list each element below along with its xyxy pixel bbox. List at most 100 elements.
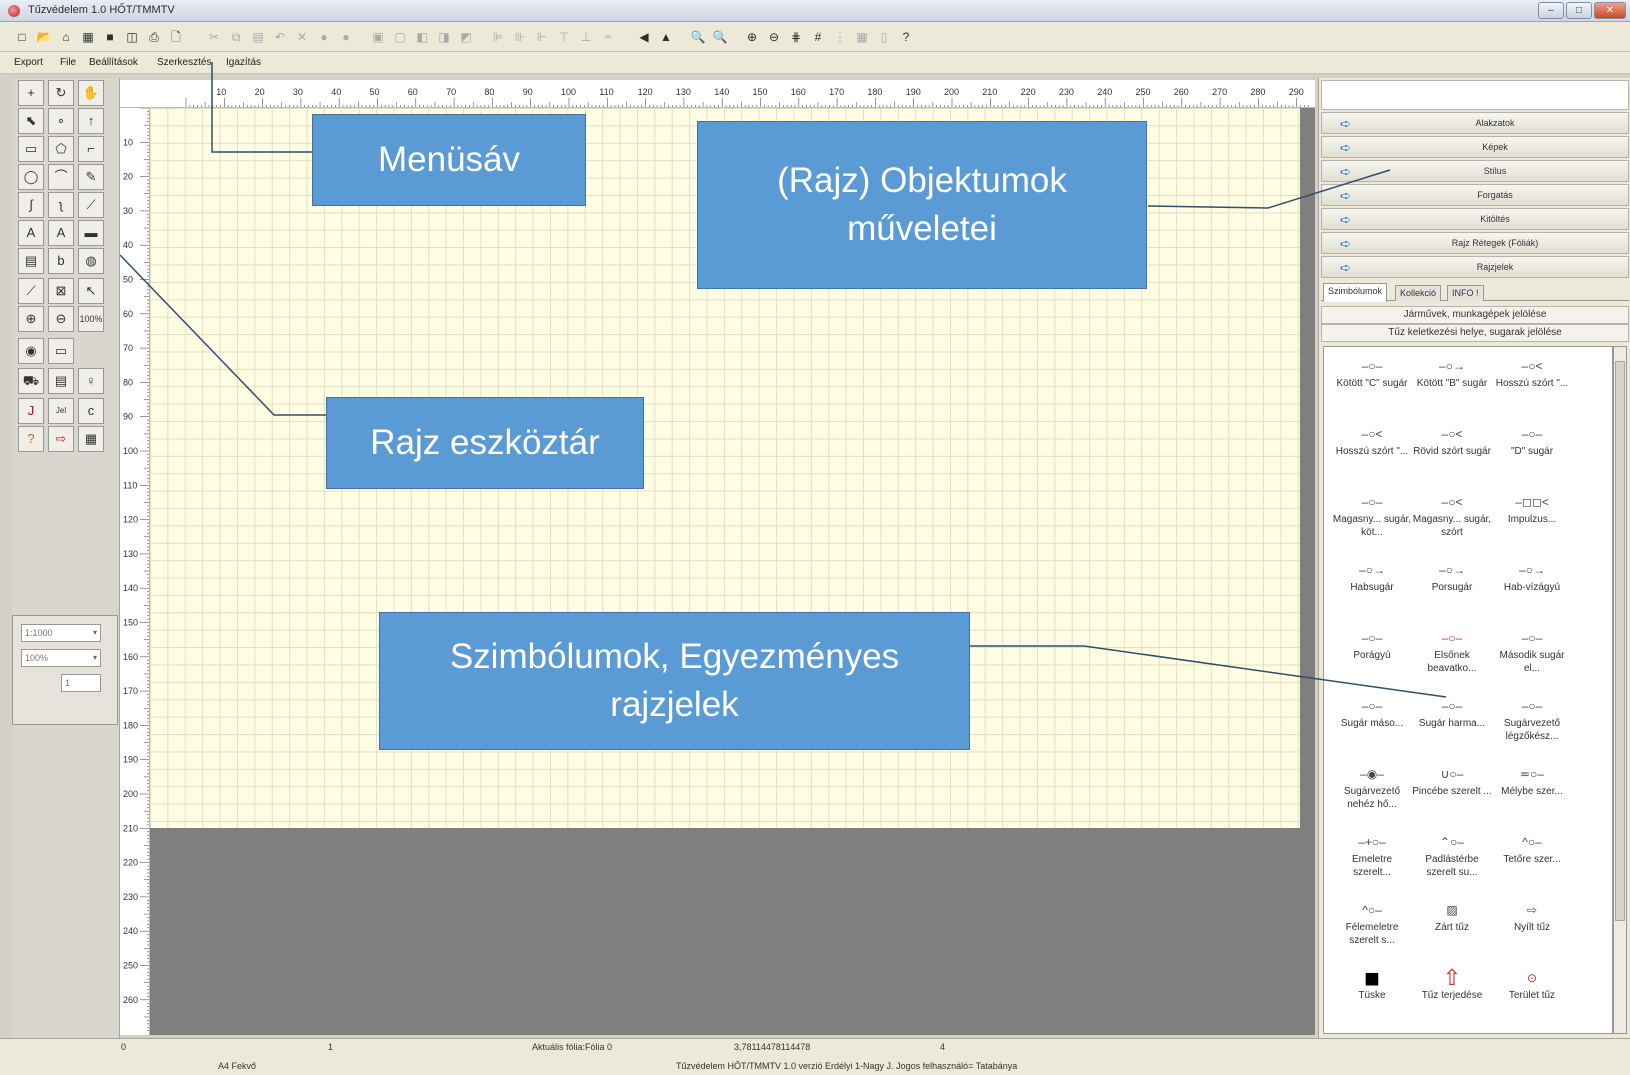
align-bottom-icon[interactable]: ⊥ [578, 29, 594, 45]
symbol-item[interactable]: ⇧ Tűz terjedése [1412, 967, 1492, 1002]
symbol-item[interactable]: –◉– Sugárvezető nehéz hő... [1332, 763, 1412, 811]
copyright-tool-icon[interactable]: c [78, 398, 104, 424]
symbol-item[interactable]: –○< Hosszú szórt "... [1332, 423, 1412, 458]
symbol-item[interactable]: –○→ Hab-vízágyú [1492, 559, 1572, 594]
ungroup-icon[interactable]: ▢ [392, 29, 408, 45]
symbol-item[interactable]: –◻◻< Impulzus... [1492, 491, 1572, 526]
symbol-item[interactable]: ⌃○– Padlástérbe szerelt su... [1412, 831, 1492, 879]
symbol-item[interactable]: ^○– Tetőre szer... [1492, 831, 1572, 866]
curve-tool-icon[interactable]: ∫ [18, 192, 44, 218]
select-tool-icon[interactable]: ⬉ [18, 108, 44, 134]
grid-lines-icon[interactable]: ⋮ [832, 29, 848, 45]
grid-toggle-icon[interactable]: # [810, 29, 826, 45]
operation-row[interactable]: ➪ Alakzatok [1321, 112, 1629, 134]
category-vehicles[interactable]: Járművek, munkagépek jelölése [1321, 306, 1629, 324]
crosshair-tool-icon[interactable]: + [18, 80, 44, 106]
symbol-item[interactable]: –○→ Kötött "B" sugár [1412, 355, 1492, 390]
bold-tool-icon[interactable]: b [48, 248, 74, 274]
operation-row[interactable]: ➪ Rajz Rétegek (Fóliák) [1321, 232, 1629, 254]
line-tool-icon[interactable]: ⟋ [78, 192, 104, 218]
copy-icon[interactable]: ⧉ [228, 29, 244, 45]
undo-icon[interactable]: ↶ [272, 29, 288, 45]
bulb-tool-icon[interactable]: ♀ [78, 368, 104, 394]
rectangle-tool-icon[interactable]: ▭ [18, 136, 44, 162]
table-tool-icon[interactable]: ▤ [18, 248, 44, 274]
page-icon[interactable]: ▯ [876, 29, 892, 45]
symbol-item[interactable]: –○< Rövid szórt sugár [1412, 423, 1492, 458]
rotate-tool-icon[interactable]: ↻ [48, 80, 74, 106]
operation-row[interactable]: ➪ Rajzjelek [1321, 256, 1629, 278]
vehicle-tool-icon[interactable]: ⛟ [18, 368, 44, 394]
tab-collection[interactable]: Kollekció [1395, 285, 1442, 301]
snap-icon[interactable]: ⋕ [788, 29, 804, 45]
text-tool-icon[interactable]: A [18, 220, 44, 246]
save-as-icon[interactable]: ◫ [124, 29, 140, 45]
back-icon[interactable]: ◨ [436, 29, 452, 45]
align-left-icon[interactable]: ⊫ [490, 29, 506, 45]
table-icon[interactable]: ▦ [854, 29, 870, 45]
new-icon[interactable]: □ [14, 29, 30, 45]
print-icon[interactable]: ⎙ [146, 29, 162, 45]
polyline-tool-icon[interactable]: ⌐ [78, 136, 104, 162]
globe-tool-icon[interactable]: ◉ [18, 338, 44, 364]
paste-icon[interactable]: ▤ [250, 29, 266, 45]
delete-icon[interactable]: ✕ [294, 29, 310, 45]
maximize-button[interactable]: □ [1566, 2, 1592, 19]
symbol-item[interactable]: –○– "D" sugár [1492, 423, 1572, 458]
zoom-100-tool[interactable]: 100% [78, 306, 104, 332]
pencil-tool-icon[interactable]: ✎ [78, 164, 104, 190]
category-fire-origin[interactable]: Tűz keletkezési helye, sugarak jelölése [1321, 324, 1629, 342]
zoom-select[interactable]: 100% ▾ [21, 649, 101, 667]
symbol-item[interactable]: ⇨ Nyílt tűz [1492, 899, 1572, 934]
zoom-in-icon[interactable]: 🔍 [690, 29, 706, 45]
open-icon[interactable]: 📂 [36, 29, 52, 45]
image-tool-icon[interactable]: ▬ [78, 220, 104, 246]
symbol-item[interactable]: –○– Elsőnek beavatko... [1412, 627, 1492, 675]
layer-icon[interactable]: ◩ [458, 29, 474, 45]
hand-tool-icon[interactable]: ✋ [78, 80, 104, 106]
close-button[interactable]: ✕ [1594, 2, 1626, 19]
save-icon[interactable]: ■ [102, 29, 118, 45]
pointer-tool-icon[interactable]: ↖ [78, 278, 104, 304]
operation-row[interactable]: ➪ Képek [1321, 136, 1629, 158]
minimize-button[interactable]: – [1538, 2, 1564, 19]
zoom-page-icon[interactable]: ⊖ [766, 29, 782, 45]
help-tool-icon[interactable]: ? [18, 426, 44, 452]
symbol-item[interactable]: –○– Sugár harma... [1412, 695, 1492, 730]
symbol-item[interactable]: –○– Második sugár el... [1492, 627, 1572, 675]
symbol-item[interactable]: –○– Sugár máso... [1332, 695, 1412, 730]
symbol-item[interactable]: –○→ Habsugár [1332, 559, 1412, 594]
cut-icon[interactable]: ✂ [206, 29, 222, 45]
freehand-tool-icon[interactable]: ʅ [48, 192, 74, 218]
grid-icon[interactable]: ▦ [80, 29, 96, 45]
align-right-icon[interactable]: ⊩ [534, 29, 550, 45]
operation-row[interactable]: ➪ Forgatás [1321, 184, 1629, 206]
lock-icon[interactable]: ● [316, 29, 332, 45]
symbol-item[interactable]: –○– Porágyú [1332, 627, 1412, 662]
symbol-item[interactable]: ∪○– Pincébe szerelt ... [1412, 763, 1492, 798]
symbol-item[interactable]: –○< Magasny... sugár, szórt [1412, 491, 1492, 539]
group-icon[interactable]: ▣ [370, 29, 386, 45]
text-format-tool-icon[interactable]: A [48, 220, 74, 246]
export-tool-icon[interactable]: ⇨ [48, 426, 74, 452]
label-tool-icon[interactable]: Jel [48, 398, 74, 424]
symbol-item[interactable]: –○– Kötött "C" sugár [1332, 355, 1412, 390]
help-icon[interactable]: ? [898, 29, 914, 45]
operation-row[interactable]: ➪ Kitöltés [1321, 208, 1629, 230]
front-icon[interactable]: ◧ [414, 29, 430, 45]
calendar-tool-icon[interactable]: ▦ [78, 426, 104, 452]
symbol-item[interactable]: –+○– Emeletre szerelt... [1332, 831, 1412, 879]
align-center-icon[interactable]: ⊪ [512, 29, 528, 45]
scroll-thumb[interactable] [1615, 361, 1625, 921]
scale-select[interactable]: 1:1000 ▾ [21, 624, 101, 642]
menu-settings[interactable]: Beállítások [89, 57, 138, 68]
ellipse-tool-icon[interactable]: ◯ [18, 164, 44, 190]
zoom-in-tool-icon[interactable]: ⊕ [18, 306, 44, 332]
symbol-item[interactable]: ■ Tüske [1332, 965, 1412, 1002]
house-icon[interactable]: ⌂ [58, 29, 74, 45]
eyedropper-tool-icon[interactable]: ⟋ [18, 278, 44, 304]
align-middle-icon[interactable]: ∸ [600, 29, 616, 45]
fill-tool-icon[interactable]: ◍ [78, 248, 104, 274]
menu-edit[interactable]: Szerkesztés [157, 57, 211, 68]
symbol-item[interactable]: ▨ Zárt tűz [1412, 899, 1492, 934]
